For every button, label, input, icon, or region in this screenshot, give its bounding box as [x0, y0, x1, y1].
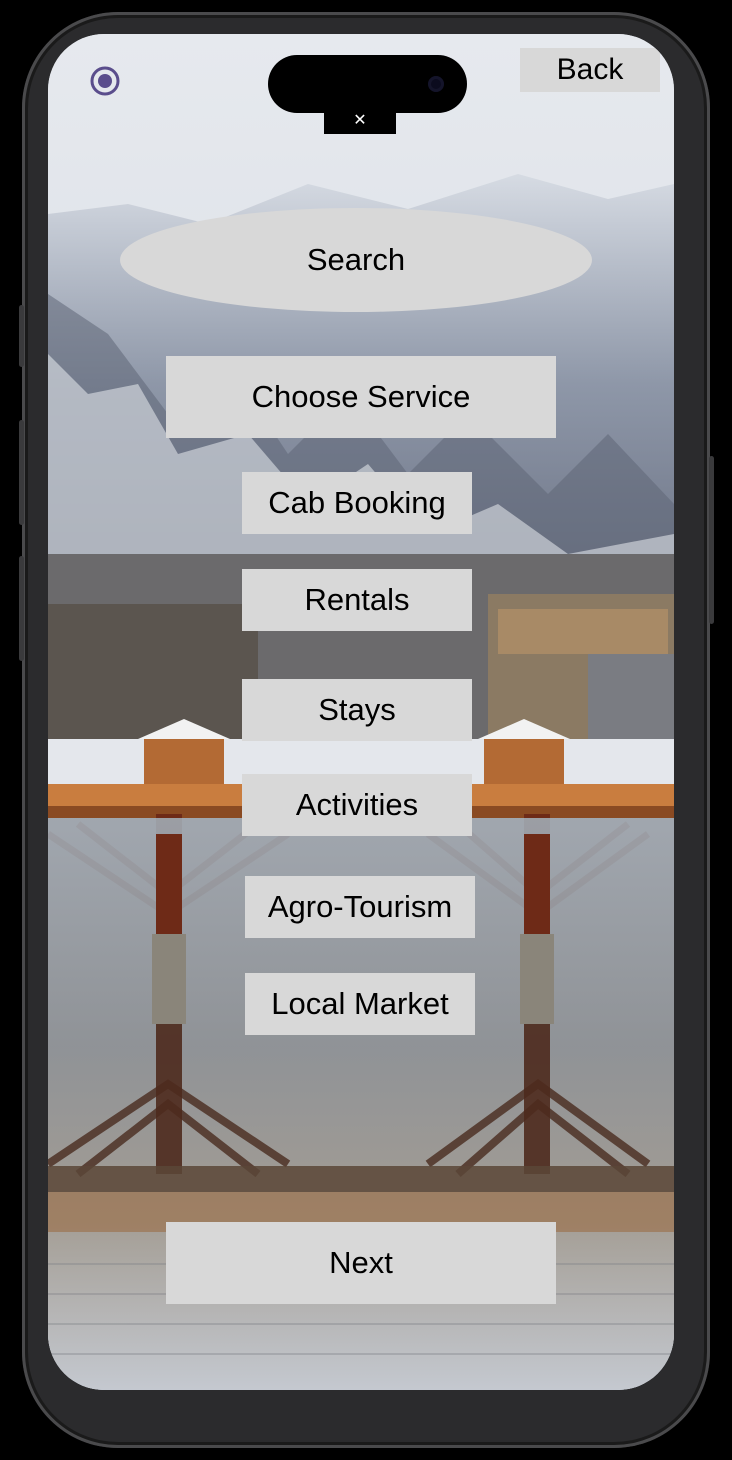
search-button[interactable]: Search: [120, 208, 592, 312]
front-camera-icon: [428, 76, 444, 92]
next-button[interactable]: Next: [166, 1222, 556, 1304]
radio-button-icon[interactable]: [90, 66, 120, 96]
power-button: [709, 456, 714, 624]
volume-up-button: [19, 420, 24, 525]
local-market-button[interactable]: Local Market: [245, 973, 475, 1035]
dynamic-island: [268, 55, 467, 113]
agro-tourism-button[interactable]: Agro-Tourism: [245, 876, 475, 938]
app-screen: ✕ Back Search Choose Service Cab Booking…: [48, 34, 674, 1390]
volume-down-button: [19, 556, 24, 661]
stays-button[interactable]: Stays: [242, 679, 472, 741]
activities-button[interactable]: Activities: [242, 774, 472, 836]
mute-switch: [19, 305, 24, 367]
cab-booking-button[interactable]: Cab Booking: [242, 472, 472, 534]
choose-service-button[interactable]: Choose Service: [166, 356, 556, 438]
rentals-button[interactable]: Rentals: [242, 569, 472, 631]
back-button[interactable]: Back: [520, 48, 660, 92]
